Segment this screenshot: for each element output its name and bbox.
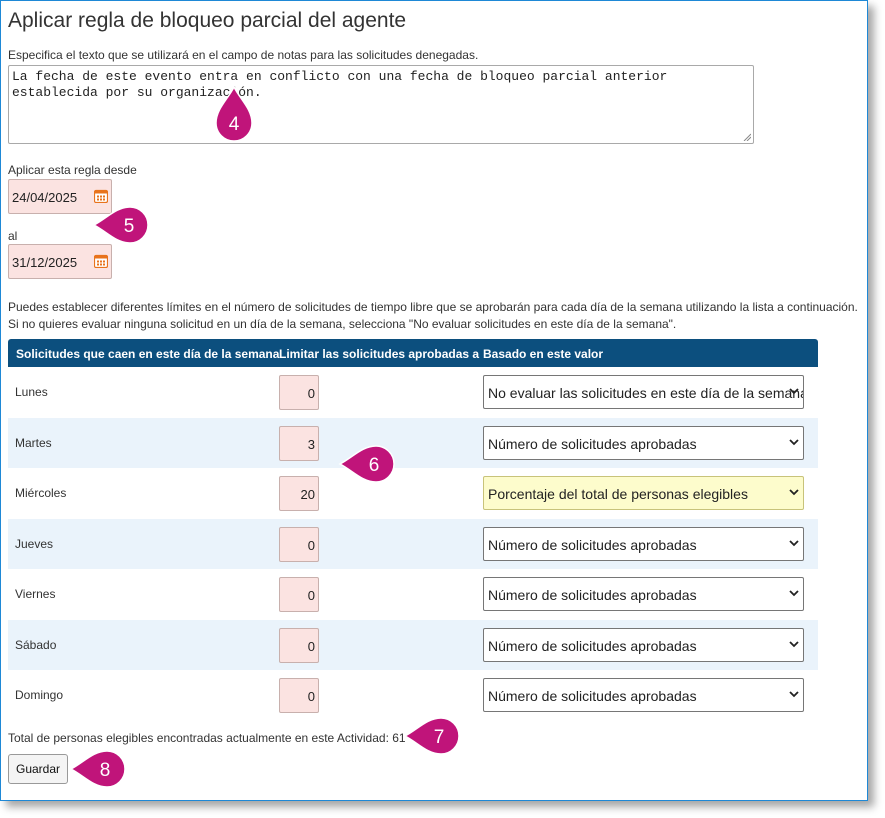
- notes-textarea[interactable]: La fecha de este evento entra en conflic…: [8, 65, 754, 144]
- basis-select-value: Número de solicitudes aprobadas: [488, 435, 697, 452]
- resize-grip-icon[interactable]: [743, 133, 751, 141]
- basis-select-value: Número de solicitudes aprobadas: [488, 536, 697, 553]
- column-header-day: Solicitudes que caen en este día de la s…: [16, 347, 280, 361]
- callout-8-marker: 8: [69, 750, 126, 788]
- to-date-value: 31/12/2025: [12, 255, 78, 270]
- limit-input[interactable]: 0: [279, 678, 319, 713]
- chevron-down-icon: [789, 489, 799, 496]
- notes-text: La fecha de este evento entra en conflic…: [12, 69, 668, 100]
- table-row: Lunes 0 No evaluar las solicitudes en es…: [8, 367, 818, 418]
- callout-4-marker: 4: [215, 85, 253, 142]
- basis-select[interactable]: Número de solicitudes aprobadas: [483, 577, 804, 611]
- chevron-down-icon: [789, 590, 799, 597]
- weekday-limits-table: Solicitudes que caen en este día de la s…: [8, 339, 818, 721]
- row-day-label: Domingo: [15, 688, 64, 702]
- limit-input[interactable]: 0: [279, 526, 319, 562]
- to-date-input[interactable]: 31/12/2025: [8, 244, 112, 279]
- basis-select[interactable]: No evaluar las solicitudes en este día d…: [483, 375, 804, 409]
- help-text-line2: Si no quieres evaluar ninguna solicitud …: [8, 317, 677, 331]
- chevron-down-icon: [789, 388, 799, 395]
- basis-select[interactable]: Número de solicitudes aprobadas: [483, 627, 804, 662]
- basis-select[interactable]: Número de solicitudes aprobadas: [483, 678, 804, 712]
- callout-7-marker: 7: [403, 717, 460, 755]
- callout-7-label: 7: [434, 727, 445, 748]
- calendar-icon[interactable]: [94, 189, 108, 203]
- basis-select-value: Número de solicitudes aprobadas: [488, 587, 697, 603]
- column-header-limit: Limitar las solicitudes aprobadas a: [279, 347, 480, 361]
- save-button[interactable]: Guardar: [8, 754, 68, 784]
- calendar-icon[interactable]: [94, 254, 108, 268]
- limit-input[interactable]: 0: [279, 375, 319, 410]
- callout-6-marker: 6: [338, 445, 395, 483]
- callout-6-label: 6: [369, 455, 380, 476]
- row-day-label: Jueves: [15, 536, 54, 551]
- callout-5-label: 5: [124, 216, 135, 237]
- column-header-basis: Basado en este valor: [483, 347, 604, 361]
- dialog-frame: Aplicar regla de bloqueo parcial del age…: [0, 0, 868, 801]
- chevron-down-icon: [789, 640, 799, 647]
- callout-4-label: 4: [229, 114, 240, 135]
- help-text-line1: Puedes establecer diferentes límites en …: [8, 300, 858, 314]
- table-row: Jueves 0 Número de solicitudes aprobadas: [8, 518, 818, 569]
- limit-input[interactable]: 3: [279, 425, 319, 461]
- table-row: Miércoles 20 Porcentaje del total de per…: [8, 468, 818, 519]
- basis-select-value: Número de solicitudes aprobadas: [488, 637, 697, 654]
- limit-input[interactable]: 20: [279, 476, 319, 511]
- table-row: Sábado 0 Número de solicitudes aprobadas: [8, 619, 818, 670]
- table-row: Domingo 0 Número de solicitudes aprobada…: [8, 670, 818, 721]
- limit-input[interactable]: 0: [279, 577, 319, 612]
- row-day-label: Miércoles: [15, 486, 67, 500]
- limit-input[interactable]: 0: [279, 627, 319, 663]
- basis-select[interactable]: Porcentaje del total de personas elegibl…: [483, 476, 804, 510]
- eligible-total-text: Total de personas elegibles encontradas …: [8, 731, 406, 745]
- basis-select-value: No evaluar las solicitudes en este día d…: [488, 385, 804, 401]
- basis-select-value: Porcentaje del total de personas elegibl…: [488, 486, 748, 502]
- chevron-down-icon: [789, 539, 799, 546]
- page-title: Aplicar regla de bloqueo parcial del age…: [8, 9, 407, 32]
- table-header: Solicitudes que caen en este día de la s…: [8, 339, 818, 367]
- table-row: Viernes 0 Número de solicitudes aprobada…: [8, 569, 818, 620]
- chevron-down-icon: [789, 438, 799, 445]
- chevron-down-icon: [789, 691, 799, 698]
- row-day-label: Lunes: [15, 385, 48, 399]
- to-date-label: al: [8, 229, 18, 243]
- basis-select-value: Número de solicitudes aprobadas: [488, 688, 697, 704]
- callout-5-marker: 5: [92, 206, 149, 244]
- callout-8-label: 8: [100, 760, 111, 781]
- row-day-label: Viernes: [15, 587, 56, 601]
- basis-select[interactable]: Número de solicitudes aprobadas: [483, 425, 804, 460]
- from-date-value: 24/04/2025: [12, 190, 78, 205]
- row-day-label: Sábado: [15, 637, 57, 652]
- notes-label: Especifica el texto que se utilizará en …: [8, 48, 479, 62]
- from-date-label: Aplicar esta regla desde: [8, 163, 137, 177]
- row-day-label: Martes: [15, 435, 52, 450]
- table-row: Martes 3 Número de solicitudes aprobadas: [8, 417, 818, 468]
- basis-select[interactable]: Número de solicitudes aprobadas: [483, 526, 804, 561]
